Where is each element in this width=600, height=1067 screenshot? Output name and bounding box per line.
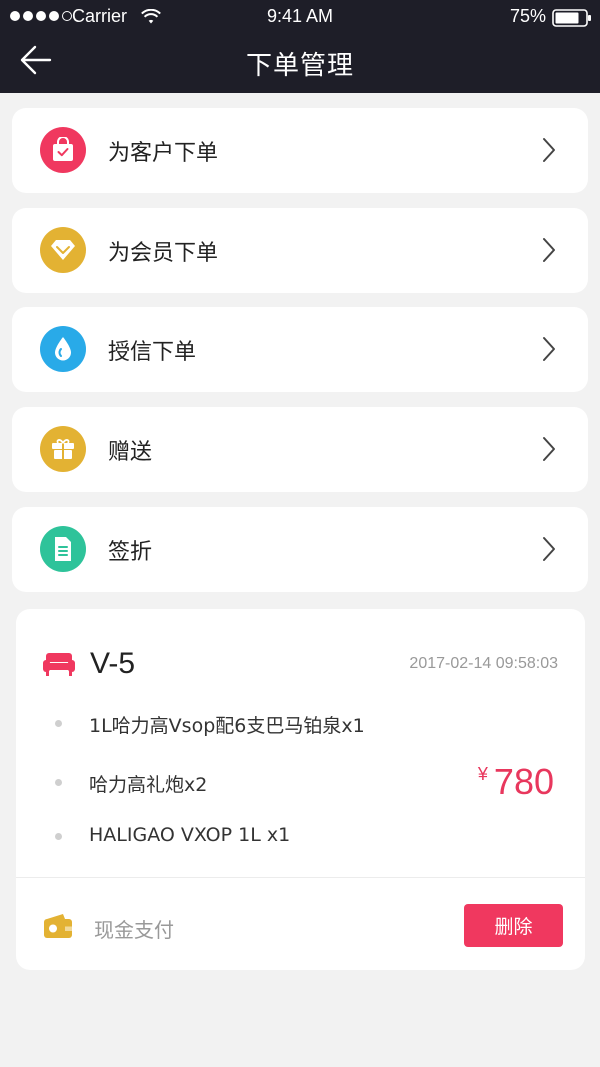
gift-icon (40, 426, 86, 472)
diamond-icon (40, 227, 86, 273)
drop-icon (40, 326, 86, 372)
menu-label: 赠送 (108, 440, 153, 465)
chevron-right-icon (543, 138, 555, 162)
order-item-name: 1L哈力高Vsop配6支巴马铂泉x1 (89, 715, 365, 737)
chevron-right-icon (543, 238, 555, 262)
order-card: V-5 2017-02-14 09:58:03 1L哈力高Vsop配6支巴马铂泉… (16, 609, 585, 970)
divider (16, 877, 585, 878)
chevron-right-icon (543, 437, 555, 461)
menu-item-customer-order[interactable]: 为客户下单 (12, 108, 588, 193)
sofa-icon (43, 651, 75, 681)
receipt-icon (40, 526, 86, 572)
menu-item-credit-order[interactable]: 授信下单 (12, 307, 588, 392)
battery-percentage: 75% (509, 6, 546, 26)
order-item: 1L哈力高Vsop配6支巴马铂泉x1 (16, 709, 585, 739)
menu-label: 为客户下单 (108, 141, 219, 166)
bullet-dot (55, 720, 62, 727)
menu-item-gift[interactable]: 赠送 (12, 407, 588, 492)
menu-label: 签折 (108, 540, 153, 565)
order-item: HALIGAO VXOP 1L x1 (16, 822, 585, 852)
bag-check-icon (40, 127, 86, 173)
chevron-right-icon (543, 537, 555, 561)
payment-method: 现金支付 (94, 918, 174, 942)
wallet-icon (43, 913, 73, 943)
header: Carrier 9:41 AM 75% 下单管理 (0, 0, 600, 93)
total-amount: 780 (493, 761, 554, 802)
bullet-dot (55, 833, 62, 840)
table-name: V-5 (90, 647, 136, 680)
menu-label: 授信下单 (108, 340, 197, 365)
menu-item-discount[interactable]: 签折 (12, 507, 588, 592)
chevron-right-icon (543, 337, 555, 361)
order-item-name: HALIGAO VXOP 1L x1 (89, 824, 291, 846)
delete-button[interactable]: 删除 (464, 904, 563, 947)
menu-label: 为会员下单 (108, 241, 219, 266)
order-item-name: 哈力高礼炮x2 (89, 774, 208, 796)
order-timestamp: 2017-02-14 09:58:03 (409, 655, 558, 672)
order-total: ¥780 (478, 761, 554, 803)
menu-item-member-order[interactable]: 为会员下单 (12, 208, 588, 293)
page-title: 下单管理 (245, 51, 354, 81)
bullet-dot (55, 779, 62, 786)
battery-icon (552, 9, 592, 32)
status-bar: Carrier 9:41 AM 75% (0, 0, 600, 34)
currency-symbol: ¥ (477, 764, 488, 784)
